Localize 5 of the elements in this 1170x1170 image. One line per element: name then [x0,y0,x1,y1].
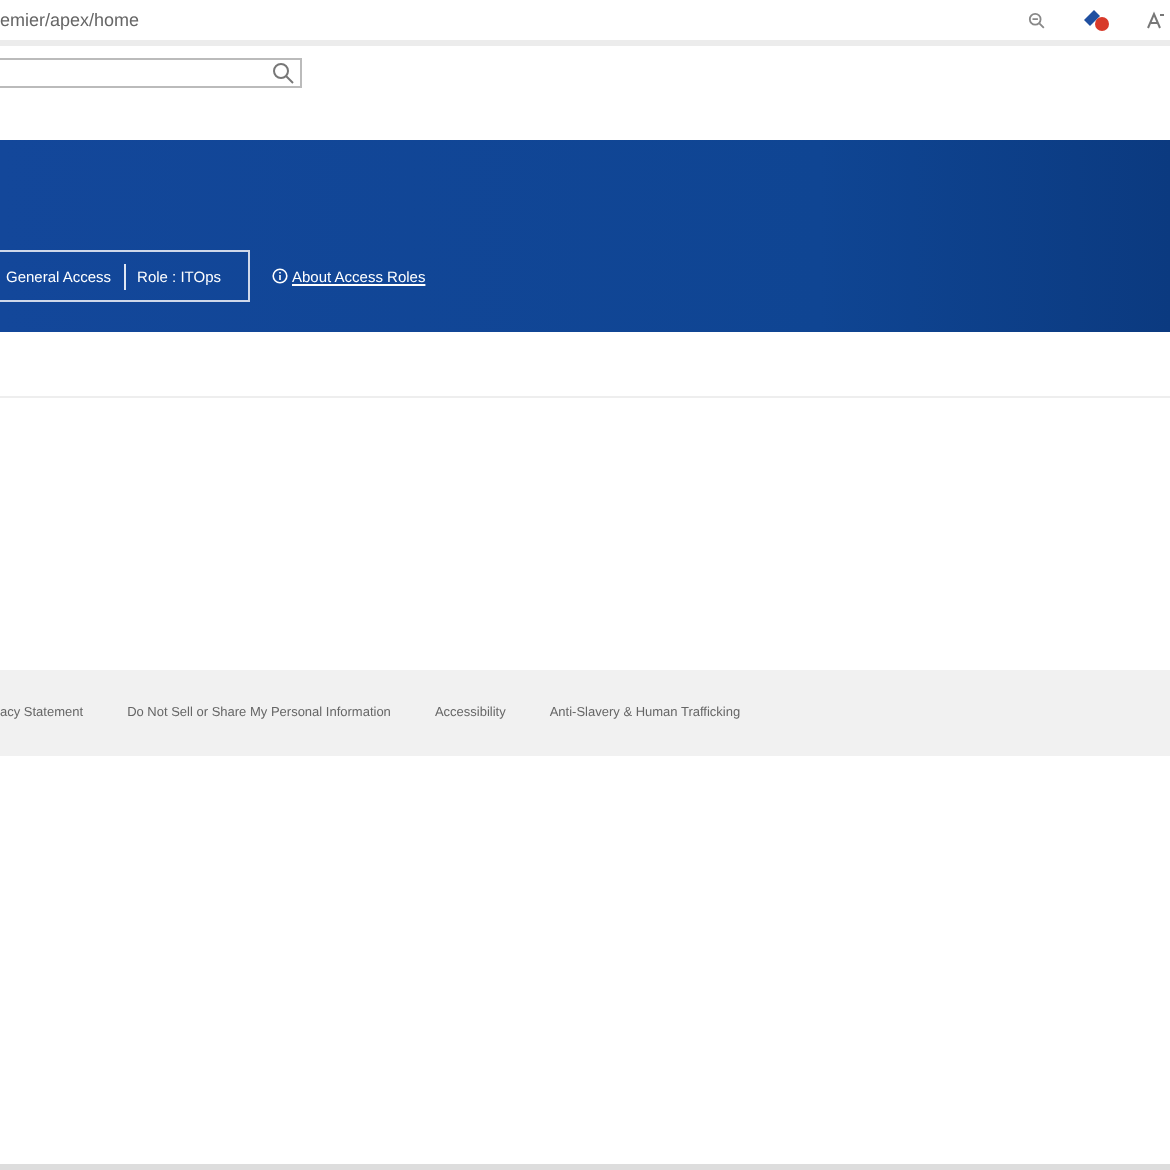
search-field[interactable] [0,58,302,88]
zoom-out-icon[interactable] [1028,11,1046,29]
info-icon [272,268,288,284]
url-text[interactable]: emier/apex/home [0,10,1028,30]
search-icon[interactable] [272,62,294,84]
